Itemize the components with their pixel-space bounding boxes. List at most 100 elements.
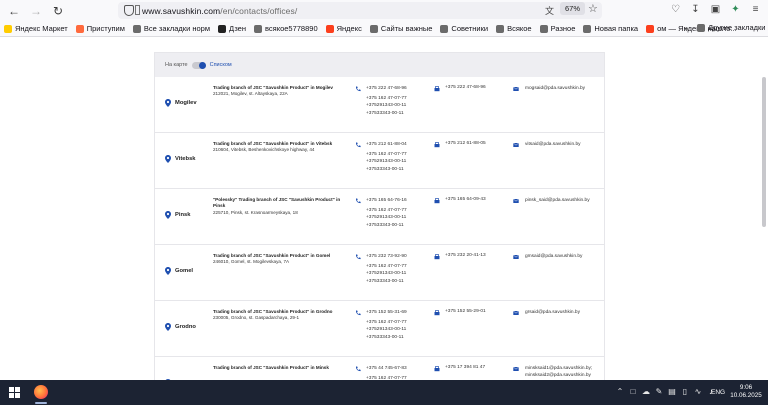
page-info-icon[interactable] bbox=[135, 5, 140, 15]
office-row: Gomel Trading branch of JSC "Savushkin Pr… bbox=[155, 245, 604, 301]
map-pin-icon bbox=[165, 323, 171, 331]
email-address[interactable]: minsksaid1@pda.savushkin.by; bbox=[525, 365, 592, 372]
bookmark-item[interactable]: Яндекс Маркет bbox=[4, 24, 68, 33]
office-fax[interactable]: +375 17 394 81 47 bbox=[445, 365, 485, 370]
battery-icon[interactable]: ▯ bbox=[681, 387, 689, 396]
language-indicator[interactable]: ENG bbox=[711, 389, 725, 396]
other-bookmarks-folder[interactable]: Другие закладки bbox=[697, 23, 765, 32]
phone-number[interactable]: +375 162 47-07-77 bbox=[366, 319, 407, 327]
phone-number[interactable]: +375 232 73-92-90 bbox=[366, 253, 407, 261]
phone-number[interactable]: +375 162 47-07-77 bbox=[366, 207, 407, 215]
windows-start-icon[interactable] bbox=[9, 387, 20, 398]
menu-icon[interactable]: ≡ bbox=[749, 3, 762, 16]
bookmark-folder[interactable]: Новая папка bbox=[583, 24, 638, 33]
phone-number[interactable]: +375 222 47-68-96 bbox=[366, 85, 407, 93]
phone-number[interactable]: +375291343-00-11 bbox=[366, 158, 407, 166]
office-fax[interactable]: +375 152 55-29-01 bbox=[445, 309, 486, 314]
phone-number[interactable]: +375 212 61-88-04 bbox=[366, 141, 407, 149]
phone-number[interactable]: +375 165 64-76-16 bbox=[366, 197, 407, 205]
email-address[interactable]: vitsaid@pda.savushkin.by bbox=[525, 141, 581, 148]
fax-icon bbox=[434, 142, 440, 148]
active-app-indicator bbox=[35, 402, 47, 404]
pocket-icon[interactable]: ♡ bbox=[669, 3, 682, 16]
mail-icon bbox=[513, 198, 519, 203]
office-city[interactable]: Vitebsk bbox=[165, 155, 196, 163]
phone-number[interactable]: +375 162 47-07-77 bbox=[366, 151, 407, 159]
bookmark-folder[interactable]: Всякое bbox=[496, 24, 532, 33]
email-address[interactable]: grsaid@pda.savushkin.by bbox=[525, 309, 580, 316]
phone-number[interactable]: +375291343-00-11 bbox=[366, 270, 407, 278]
phone-number[interactable]: +375291343-00-11 bbox=[366, 214, 407, 222]
office-city[interactable]: Gomel bbox=[165, 267, 193, 275]
downloads-icon[interactable]: ↧ bbox=[689, 3, 702, 16]
bookmark-star-icon[interactable]: ☆ bbox=[588, 2, 598, 15]
folder-icon bbox=[697, 23, 705, 32]
view-switch[interactable] bbox=[191, 61, 206, 69]
phone-number[interactable]: +375 162 47-07-77 bbox=[366, 263, 407, 271]
branch-address: 246010, Gomel, st. Mogilevskaya, 7A bbox=[213, 259, 290, 265]
phone-number[interactable]: +375291343-00-11 bbox=[366, 326, 407, 334]
bookmark-folder[interactable]: Советники bbox=[440, 24, 488, 33]
bookmark-folder[interactable]: Разное bbox=[539, 24, 575, 33]
bookmark-favicon-icon bbox=[75, 24, 84, 33]
zoom-level-badge[interactable]: 67% bbox=[560, 2, 586, 15]
phone-icon bbox=[355, 310, 361, 316]
bookmark-item[interactable]: Приступим bbox=[75, 24, 125, 33]
office-row: Pinsk "Polessky" Trading branch of JSC "S… bbox=[155, 189, 604, 245]
email-address[interactable]: mogsaid@pda.savushkin.by bbox=[525, 85, 585, 92]
onedrive-icon[interactable]: ☁ bbox=[642, 387, 650, 396]
office-branch: Trading branch of JSC "Savushkin Product… bbox=[213, 141, 343, 154]
firefox-icon[interactable] bbox=[34, 385, 48, 399]
translate-icon[interactable]: 文 bbox=[545, 4, 554, 17]
bookmark-item[interactable]: Яндекс bbox=[325, 24, 362, 33]
phone-number[interactable]: +375 162 47-07-77 bbox=[366, 95, 407, 103]
chevron-up-icon[interactable]: ⌃ bbox=[616, 387, 624, 396]
phone-number[interactable]: +37533343-00-11 bbox=[366, 110, 407, 118]
phone-number[interactable]: +37533343-00-11 bbox=[366, 166, 407, 174]
reload-icon[interactable]: ↻ bbox=[50, 3, 66, 19]
phone-number[interactable]: +375291343-00-11 bbox=[366, 102, 407, 110]
email-address[interactable]: minsksaid2@pda.savushkin.by bbox=[525, 372, 592, 379]
chevron-right-icon[interactable]: » bbox=[684, 24, 688, 33]
bookmark-folder[interactable]: Все закладки норм bbox=[132, 24, 210, 33]
browser-toolbar: ← → ↻ www.savushkin.com/en/contacts/offi… bbox=[0, 0, 768, 21]
email-address[interactable]: gmsaid@pda.savushkin.by bbox=[525, 253, 582, 260]
phone-number[interactable]: +37533343-00-11 bbox=[366, 222, 407, 230]
phone-icon bbox=[355, 254, 361, 260]
screen-capture-icon[interactable]: □ bbox=[629, 387, 637, 396]
tracking-protection-icon[interactable] bbox=[124, 5, 134, 16]
bookmark-folder[interactable]: всякое5778890 bbox=[254, 24, 318, 33]
pen-icon[interactable]: ✎ bbox=[655, 387, 663, 396]
clock[interactable]: 9:06 10.06.2025 bbox=[729, 384, 763, 400]
office-fax[interactable]: +375 222 47-68-96 bbox=[445, 85, 486, 90]
network-icon[interactable]: ▤ bbox=[668, 387, 676, 396]
addon-icon[interactable]: ✦ bbox=[729, 3, 742, 16]
office-city[interactable]: Grodno bbox=[165, 323, 196, 331]
office-fax[interactable]: +375 232 20-41-13 bbox=[445, 253, 486, 258]
office-city[interactable]: Pinsk bbox=[165, 211, 190, 219]
bookmark-item[interactable]: Дзен bbox=[218, 24, 246, 33]
folder-icon bbox=[254, 24, 262, 33]
phone-number[interactable]: +375 44 745-67-83 bbox=[366, 365, 407, 373]
bookmark-label: Другие закладки bbox=[708, 23, 766, 32]
extensions-icon[interactable]: ▣ bbox=[709, 3, 722, 16]
office-fax[interactable]: +375 165 64-09-43 bbox=[445, 197, 486, 202]
page-scrollbar[interactable] bbox=[762, 77, 766, 227]
office-city[interactable]: Mogilev bbox=[165, 99, 197, 107]
list-view-label[interactable]: Списком bbox=[210, 62, 232, 68]
office-emails: grsaid@pda.savushkin.by bbox=[525, 309, 580, 316]
office-fax[interactable]: +375 212 61-88-05 bbox=[445, 141, 486, 146]
office-branch: Trading branch of JSC "Savushkin Product… bbox=[213, 85, 343, 98]
back-arrow-icon[interactable]: ← bbox=[6, 3, 22, 19]
bookmark-folder[interactable]: Сайты важные bbox=[369, 24, 432, 33]
forward-arrow-icon[interactable]: → bbox=[28, 3, 44, 19]
map-view-label[interactable]: На карте bbox=[165, 62, 188, 68]
office-city-label: Gomel bbox=[175, 268, 194, 274]
wifi-icon[interactable]: ∿ bbox=[694, 387, 702, 396]
phone-number[interactable]: +37533343-00-11 bbox=[366, 278, 407, 286]
email-address[interactable]: pinsk_said@pda.savushkin.by bbox=[525, 197, 590, 204]
address-bar[interactable]: www.savushkin.com/en/contacts/offices/ bbox=[118, 2, 602, 19]
phone-number[interactable]: +375 152 55-31-69 bbox=[366, 309, 407, 317]
phone-number[interactable]: +37533343-00-11 bbox=[366, 334, 407, 342]
url-text[interactable]: www.savushkin.com/en/contacts/offices/ bbox=[142, 6, 297, 16]
